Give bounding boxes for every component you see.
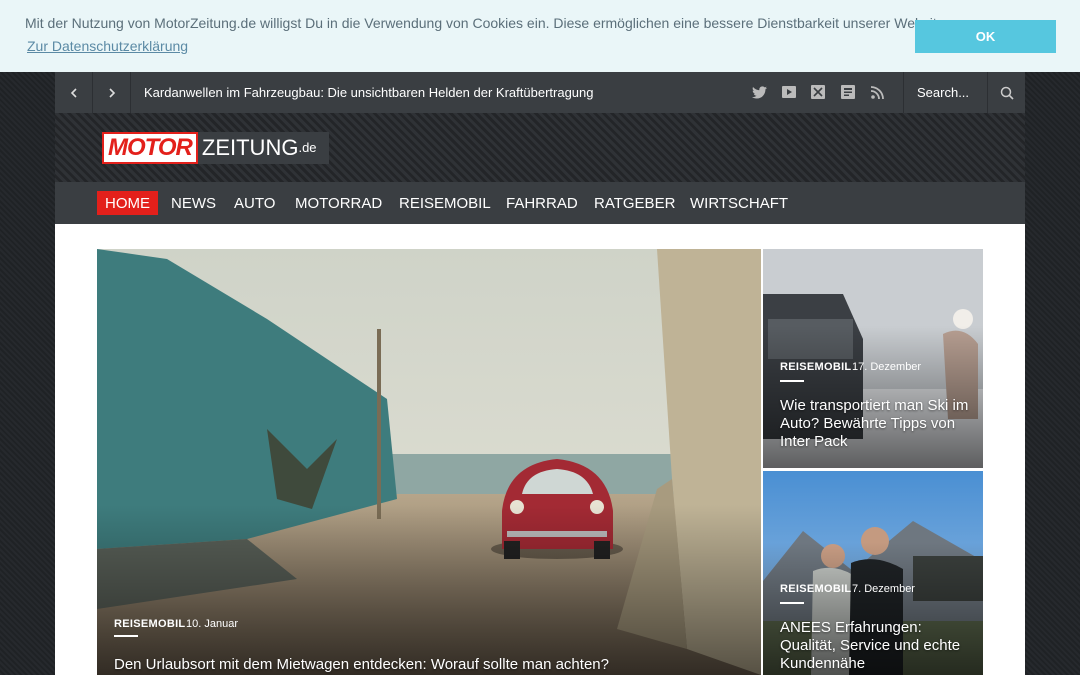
side-article-1-date: 17. Dezember <box>852 361 922 373</box>
side-article-2[interactable]: REISEMOBIL 7. Dezember ANEES Erfahrungen… <box>763 471 983 675</box>
side-article-1[interactable]: REISEMOBIL 17. Dezember Wie transportier… <box>763 249 983 468</box>
menu-item-motorrad[interactable]: MOTORRAD <box>287 191 390 215</box>
search-icon <box>1000 86 1014 100</box>
chevron-left-icon <box>70 87 77 98</box>
twitter-icon[interactable] <box>750 83 768 101</box>
news-ticker-link[interactable]: Kardanwellen im Fahrzeugbau: Die unsicht… <box>144 85 594 100</box>
menu-item-reisemobil[interactable]: REISEMOBIL <box>391 191 499 215</box>
side-article-2-category[interactable]: REISEMOBIL <box>780 583 851 595</box>
cookie-banner: Mit der Nutzung von MotorZeitung.de will… <box>0 0 1080 72</box>
rss-icon[interactable] <box>868 83 886 101</box>
hero-article[interactable]: REISEMOBIL 10. Januar Den Urlaubsort mit… <box>97 249 761 675</box>
hero-divider <box>114 635 138 637</box>
site-logo[interactable]: MOTOR ZEITUNG .de <box>102 132 329 164</box>
ticker-next-button[interactable] <box>93 72 131 113</box>
search-input[interactable]: Search... <box>903 72 987 113</box>
hero-image <box>97 249 761 675</box>
menu-item-ratgeber[interactable]: RATGEBER <box>586 191 683 215</box>
cookie-text: Mit der Nutzung von MotorZeitung.de will… <box>25 15 949 31</box>
menu-item-fahrrad[interactable]: FAHRRAD <box>498 191 586 215</box>
logo-de: .de <box>298 140 317 155</box>
menu-item-home[interactable]: HOME <box>97 191 158 215</box>
flipboard-icon[interactable] <box>839 83 857 101</box>
side-article-1-category[interactable]: REISEMOBIL <box>780 361 851 373</box>
side-article-2-headline[interactable]: ANEES Erfahrungen: Qualität, Service und… <box>780 619 970 673</box>
privacy-policy-link[interactable]: Zur Datenschutzerklärung <box>27 38 188 54</box>
side-article-2-date: 7. Dezember <box>852 583 915 595</box>
ticker-prev-button[interactable] <box>55 72 93 113</box>
cookie-ok-button[interactable]: OK <box>915 20 1056 53</box>
page-wrapper: Kardanwellen im Fahrzeugbau: Die unsicht… <box>55 72 1025 675</box>
main-navigation: HOME NEWS AUTO MOTORRAD REISEMOBIL FAHRR… <box>55 182 1025 224</box>
logo-motor: MOTOR <box>102 132 198 164</box>
hero-headline[interactable]: Den Urlaubsort mit dem Mietwagen entdeck… <box>114 656 734 674</box>
logo-zeitung: ZEITUNG <box>201 135 299 160</box>
menu-item-wirtschaft[interactable]: WIRTSCHAFT <box>682 191 796 215</box>
menu-item-news[interactable]: NEWS <box>163 191 224 215</box>
chevron-right-icon <box>108 87 115 98</box>
xing-icon[interactable] <box>809 83 827 101</box>
content-area: REISEMOBIL 10. Januar Den Urlaubsort mit… <box>55 224 1025 675</box>
search-button[interactable] <box>987 72 1025 113</box>
top-bar: Kardanwellen im Fahrzeugbau: Die unsicht… <box>55 72 1025 113</box>
hero-category[interactable]: REISEMOBIL <box>114 618 185 630</box>
site-header: MOTOR ZEITUNG .de <box>55 113 1025 182</box>
side-article-1-headline[interactable]: Wie transportiert man Ski im Auto? Bewäh… <box>780 397 970 451</box>
side-article-2-divider <box>780 602 804 604</box>
menu-item-auto[interactable]: AUTO <box>226 191 283 215</box>
side-article-1-divider <box>780 380 804 382</box>
hero-date: 10. Januar <box>186 618 238 630</box>
youtube-icon[interactable] <box>780 83 798 101</box>
